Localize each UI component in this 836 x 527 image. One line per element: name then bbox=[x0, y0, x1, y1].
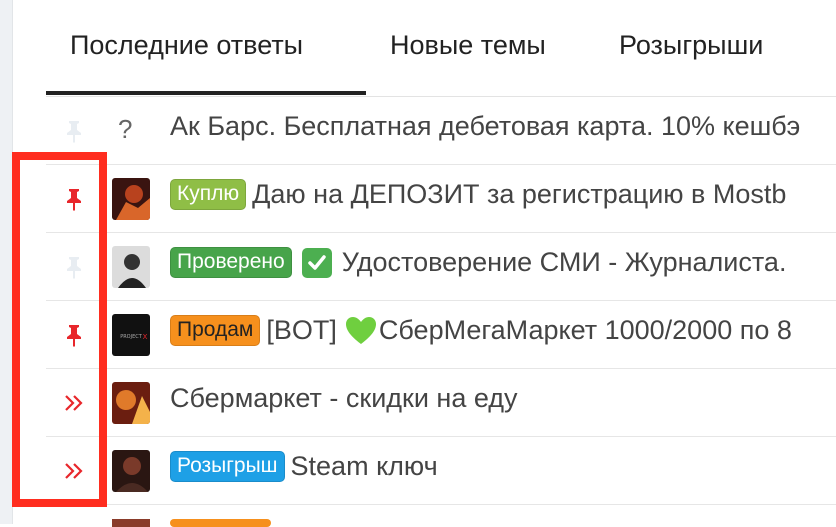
avatar[interactable] bbox=[112, 246, 150, 288]
tab-giveaways[interactable]: Розыгрыши bbox=[619, 30, 763, 61]
topic-row[interactable]: Куплю Даю на ДЕПОЗИТ за регистрацию в Mo… bbox=[46, 165, 836, 233]
topic-content: Сбермаркет - скидки на еду bbox=[170, 383, 518, 414]
topic-title[interactable]: Ак Барс. Бесплатная дебетовая карта. 10%… bbox=[170, 111, 800, 142]
topic-title[interactable]: СберМегаМаркет 1000/2000 по 8 bbox=[379, 315, 792, 346]
topic-title[interactable]: Даю на ДЕПОЗИТ за регистрацию в Mostb bbox=[252, 179, 786, 210]
avatar[interactable] bbox=[112, 519, 150, 527]
prefix-badge-sell[interactable]: Продам bbox=[170, 315, 261, 346]
topic-content: Куплю Даю на ДЕПОЗИТ за регистрацию в Mo… bbox=[170, 179, 786, 210]
topic-row[interactable]: Проверено Удостоверение СМИ - Журналиста… bbox=[46, 233, 836, 301]
topic-list: ? Ак Барс. Бесплатная дебетовая карта. 1… bbox=[46, 97, 836, 505]
topic-content: Ак Барс. Бесплатная дебетовая карта. 10%… bbox=[170, 111, 800, 142]
tab-bar: Последние ответы Новые темы Розыгрыши bbox=[46, 0, 836, 96]
tab-new-topics[interactable]: Новые темы bbox=[390, 30, 546, 61]
topic-content: Проверено Удостоверение СМИ - Журналиста… bbox=[170, 247, 786, 278]
prefix-badge[interactable] bbox=[170, 519, 271, 527]
topic-title-prefix: [BOT] bbox=[266, 315, 337, 345]
prefix-badge-giveaway[interactable]: Розыгрыш bbox=[170, 451, 285, 482]
check-mark-icon bbox=[301, 247, 332, 278]
topic-row[interactable]: Розыгрыш Steam ключ bbox=[46, 437, 836, 505]
highlight-annotation-box bbox=[12, 152, 107, 507]
topic-title[interactable]: Удостоверение СМИ - Журналиста. bbox=[342, 247, 787, 278]
topic-row[interactable]: Сбермаркет - скидки на еду bbox=[46, 369, 836, 437]
topic-title[interactable]: Steam ключ bbox=[291, 451, 438, 482]
prefix-badge-buy[interactable]: Куплю bbox=[170, 179, 247, 210]
topic-content: Розыгрыш Steam ключ bbox=[170, 451, 438, 482]
topic-content: Продам [BOT] СберМегаМаркет 1000/2000 по… bbox=[170, 315, 792, 346]
topic-row[interactable]: ? Ак Барс. Бесплатная дебетовая карта. 1… bbox=[46, 97, 836, 165]
question-mark-icon: ? bbox=[118, 114, 133, 144]
green-heart-icon bbox=[345, 316, 376, 344]
tab-latest-replies[interactable]: Последние ответы bbox=[70, 30, 303, 61]
topic-title[interactable]: Сбермаркет - скидки на еду bbox=[170, 383, 518, 414]
avatar[interactable] bbox=[112, 382, 150, 424]
avatar[interactable] bbox=[112, 450, 150, 492]
avatar[interactable]: PROJECT X bbox=[112, 314, 150, 356]
active-tab-indicator bbox=[46, 91, 366, 95]
svg-text:PROJECT: PROJECT bbox=[120, 334, 143, 340]
topic-row[interactable]: PROJECT X Продам [BOT] СберМегаМаркет 10… bbox=[46, 301, 836, 369]
svg-text:X: X bbox=[143, 333, 148, 341]
pin-icon bbox=[67, 121, 81, 143]
avatar[interactable] bbox=[112, 178, 150, 220]
prefix-badge-verified[interactable]: Проверено bbox=[170, 247, 292, 278]
